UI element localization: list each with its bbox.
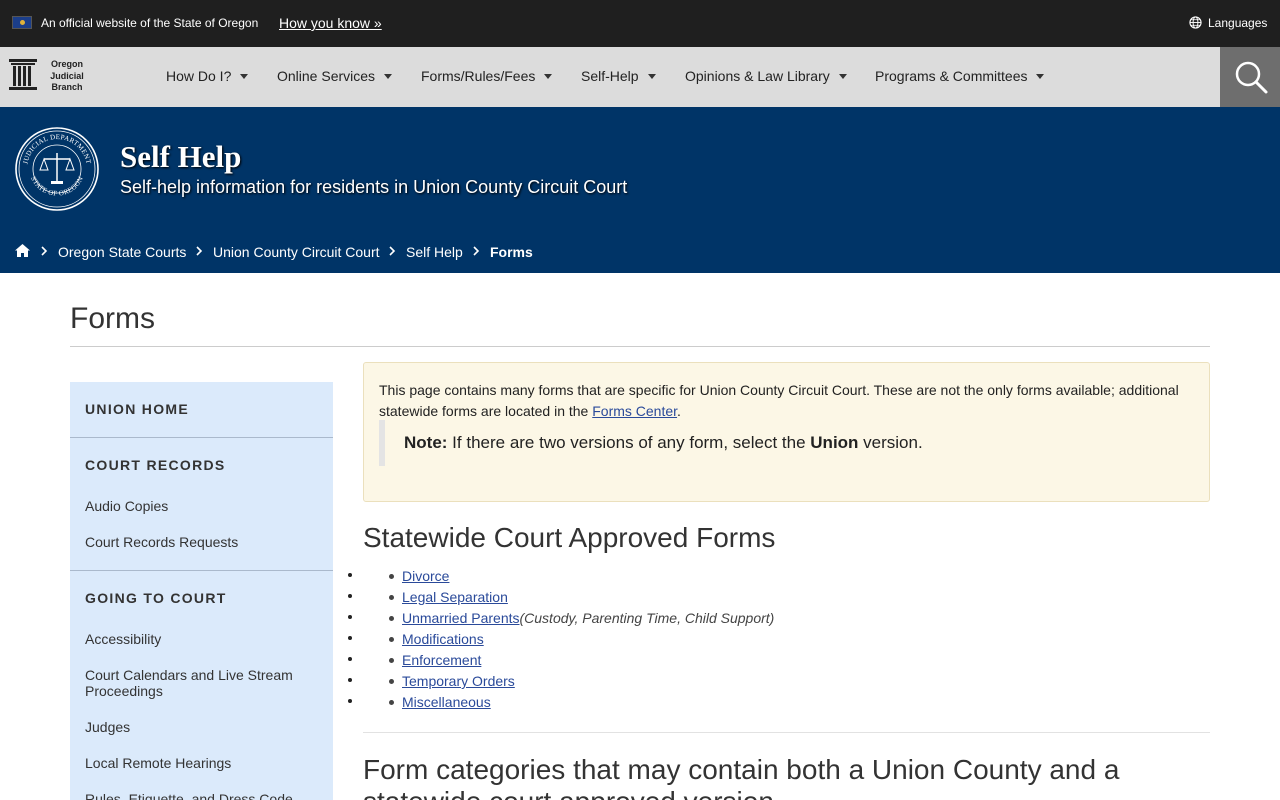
breadcrumb-union-county-circuit-court[interactable]: Union County Circuit Court [213, 244, 380, 260]
note-label: Note: [404, 433, 448, 452]
bullet [389, 658, 394, 663]
logo-line-branch: Branch [51, 82, 83, 92]
chevron-right-icon [41, 246, 48, 256]
chevron-right-icon [196, 246, 203, 256]
nav-programs-committees[interactable]: Programs & Committees [875, 68, 1045, 84]
logo-line-oregon: Oregon [50, 59, 83, 69]
miscellaneous-link[interactable]: Miscellaneous [402, 694, 491, 710]
nav-label: How Do I? [166, 68, 232, 84]
note-bold-union: Union [810, 433, 859, 452]
notice-text: This page contains many forms that are s… [379, 380, 1199, 422]
modifications-link[interactable]: Modifications [402, 631, 484, 647]
official-website-banner: An official website of the State of Oreg… [0, 0, 1280, 47]
temporary-orders-link[interactable]: Temporary Orders [402, 673, 515, 689]
sidebar-heading-going-to-court[interactable]: GOING TO COURT [85, 590, 227, 606]
unmarried-parents-link[interactable]: Unmarried Parents [402, 610, 520, 626]
legal-separation-link[interactable]: Legal Separation [402, 589, 508, 605]
languages-button[interactable]: Languages [1208, 16, 1267, 30]
sidebar-union-home[interactable]: UNION HOME [85, 401, 189, 417]
sidebar-divider [70, 437, 333, 438]
breadcrumb-self-help[interactable]: Self Help [406, 244, 463, 260]
note-text-body: If there are two versions of any form, s… [447, 433, 811, 452]
caret-down-icon [384, 74, 393, 79]
caret-down-icon [838, 74, 847, 79]
enforcement-link[interactable]: Enforcement [402, 652, 481, 668]
page-hero-title: Self Help [120, 139, 242, 174]
nav-label: Self-Help [581, 68, 639, 84]
unmarried-parents-note: (Custody, Parenting Time, Child Support) [519, 610, 775, 626]
sidebar-item-court-records-requests[interactable]: Court Records Requests [85, 534, 315, 550]
nav-label: Forms/Rules/Fees [421, 68, 536, 84]
page-hero: JUDICIAL DEPARTMENT STATE OF OREGON Self… [0, 107, 1280, 273]
nav-self-help[interactable]: Self-Help [581, 68, 656, 84]
how-you-know-link[interactable]: How you know » [279, 15, 382, 31]
official-website-text: An official website of the State of Oreg… [41, 16, 259, 30]
nav-forms-rules-fees[interactable]: Forms/Rules/Fees [421, 68, 553, 84]
chevron-right-icon [473, 246, 480, 256]
breadcrumb-oregon-state-courts[interactable]: Oregon State Courts [58, 244, 186, 260]
title-divider [70, 346, 1210, 347]
caret-down-icon [240, 74, 249, 79]
page-title: Forms [70, 302, 155, 335]
sidebar-divider [70, 570, 333, 571]
home-icon[interactable] [14, 243, 31, 258]
sidebar-item-judges[interactable]: Judges [85, 719, 315, 735]
oregon-flag-icon [12, 16, 32, 29]
notice-text-end: . [677, 403, 681, 419]
note-text-end: version. [858, 433, 923, 452]
logo-text: Oregon Judicial Branch [44, 59, 90, 94]
sidebar-item-audio-copies[interactable]: Audio Copies [85, 498, 315, 514]
logo-line-judicial: Judicial [50, 70, 84, 81]
form-categories-heading-line2: statewide court approved version [363, 786, 774, 800]
bullet [389, 616, 394, 621]
sidebar-item-court-calendars[interactable]: Court Calendars and Live Stream Proceedi… [85, 667, 315, 699]
judicial-department-seal: JUDICIAL DEPARTMENT STATE OF OREGON [15, 127, 99, 211]
divorce-link[interactable]: Divorce [402, 568, 449, 584]
notice-text-intro: This page contains many forms that are s… [379, 382, 1179, 419]
bullet [389, 700, 394, 705]
search-icon [1235, 61, 1268, 94]
courthouse-pillars-icon [9, 59, 37, 90]
page-hero-subtitle: Self-help information for residents in U… [120, 177, 628, 197]
nav-opinions-law-library[interactable]: Opinions & Law Library [685, 68, 847, 84]
caret-down-icon [544, 74, 553, 79]
unmarried-parents-entry: Unmarried Parents(Custody, Parenting Tim… [402, 610, 774, 626]
oregon-judicial-branch-logo[interactable]: Oregon Judicial Branch [8, 58, 98, 98]
chevron-right-icon [389, 246, 396, 256]
form-categories-heading: Form categories that may contain both a … [363, 754, 1119, 800]
bullet [389, 574, 394, 579]
note-quote-bar [379, 420, 385, 466]
bullet [389, 595, 394, 600]
info-notice: This page contains many forms that are s… [363, 362, 1210, 502]
caret-down-icon [1036, 74, 1045, 79]
nav-label: Online Services [277, 68, 376, 84]
nav-label: Opinions & Law Library [685, 68, 830, 84]
globe-icon[interactable] [1189, 16, 1202, 29]
sidebar-item-accessibility[interactable]: Accessibility [85, 631, 315, 647]
sidebar-item-rules-etiquette[interactable]: Rules, Etiquette, and Dress Code [85, 791, 315, 800]
nav-online-services[interactable]: Online Services [277, 68, 393, 84]
nav-how-do-i[interactable]: How Do I? [166, 68, 249, 84]
main-navigation: Oregon Judicial Branch How Do I? Online … [0, 47, 1280, 107]
breadcrumb-forms-current: Forms [490, 244, 533, 260]
statewide-forms-heading: Statewide Court Approved Forms [363, 522, 776, 553]
caret-down-icon [647, 74, 656, 79]
sidebar-heading-court-records[interactable]: COURT RECORDS [85, 457, 226, 473]
form-categories-heading-line1: Form categories that may contain both a … [363, 754, 1120, 785]
sidebar-item-local-remote-hearings[interactable]: Local Remote Hearings [85, 755, 315, 771]
content-divider [363, 732, 1210, 733]
bullet [389, 679, 394, 684]
bullet [389, 637, 394, 642]
forms-center-link[interactable]: Forms Center [592, 403, 677, 419]
sidebar-navigation: UNION HOME COURT RECORDS Audio Copies Co… [70, 382, 333, 800]
note-text: Note: If there are two versions of any f… [404, 433, 923, 453]
nav-label: Programs & Committees [875, 68, 1028, 84]
search-button[interactable] [1220, 47, 1280, 107]
